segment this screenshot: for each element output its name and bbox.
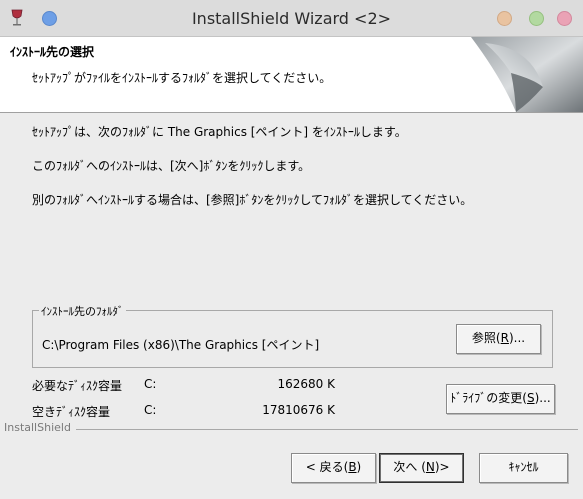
next-instruction: このﾌｫﾙﾀﾞへのｲﾝｽﾄｰﾙは、[次へ]ﾎﾞﾀﾝをｸﾘｯｸします。 [32, 159, 311, 173]
next-label-post: )> [434, 460, 450, 474]
back-label-post: ) [356, 460, 362, 474]
window-title: InstallShield Wizard <2> [191, 9, 392, 28]
next-label-key: N [425, 460, 435, 474]
browse-label-key: R [500, 331, 509, 345]
browse-label-post: )... [508, 331, 526, 345]
browse-instruction: 別のﾌｫﾙﾀﾞへｲﾝｽﾄｰﾙする場合は、[参照]ﾎﾞﾀﾝをｸﾘｯｸしてﾌｫﾙﾀﾞ… [32, 193, 473, 207]
free-space-value: 17810676 K [262, 403, 335, 417]
browse-label-pre: 参照( [471, 331, 501, 345]
change-drive-label-pre: ﾄﾞﾗｲﾌﾞの変更( [450, 391, 527, 405]
close-icon[interactable] [557, 11, 572, 26]
back-label-pre: < 戻る( [305, 460, 349, 474]
install-description: ｾｯﾄｱｯﾌﾟは、次のﾌｫﾙﾀﾞに The Graphics [ペイント] をｲ… [32, 125, 407, 139]
header-title: ｲﾝｽﾄｰﾙ先の選択 [10, 45, 95, 59]
required-space-drive: C: [144, 377, 157, 391]
destination-folder-group: ｲﾝｽﾄｰﾙ先のﾌｫﾙﾀﾞ C:\Program Files (x86)\The… [32, 303, 553, 368]
title-bar[interactable]: InstallShield Wizard <2> [0, 0, 583, 37]
change-drive-label-key: S [526, 391, 535, 405]
free-space-drive: C: [144, 403, 157, 417]
back-label-key: B [348, 460, 357, 474]
browse-button[interactable]: 参照(R)... [456, 324, 541, 354]
installshield-brand: InstallShield [4, 421, 75, 434]
minimize-icon[interactable] [497, 11, 512, 26]
back-button[interactable]: < 戻る(B) [291, 453, 376, 483]
change-drive-label-post: )... [534, 391, 551, 405]
wizard-header: ｲﾝｽﾄｰﾙ先の選択 ｾｯﾄｱｯﾌﾟがﾌｧｲﾙをｲﾝｽﾄｰﾙするﾌｫﾙﾀﾞを選択… [0, 37, 583, 113]
change-drive-button[interactable]: ﾄﾞﾗｲﾌﾞの変更(S)... [446, 384, 555, 414]
destination-path: C:\Program Files (x86)\The Graphics [ペイン… [42, 338, 320, 352]
header-subtitle: ｾｯﾄｱｯﾌﾟがﾌｧｲﾙをｲﾝｽﾄｰﾙするﾌｫﾙﾀﾞを選択してください。 [32, 71, 332, 85]
page-curl-graphic [471, 37, 583, 112]
installshield-window: InstallShield Wizard <2> ｲﾝｽﾄｰﾙ先の選択 ｾｯﾄｱ… [0, 0, 583, 499]
next-button[interactable]: 次へ (N)> [379, 453, 464, 483]
cancel-button[interactable]: ｷｬﾝｾﾙ [479, 453, 568, 483]
destination-group-label: ｲﾝｽﾄｰﾙ先のﾌｫﾙﾀﾞ [39, 303, 126, 319]
required-space-value: 162680 K [277, 377, 336, 391]
next-label-pre: 次へ ( [393, 460, 426, 474]
required-space-label: 必要なﾃﾞｨｽｸ容量 [32, 379, 123, 393]
maximize-icon[interactable] [529, 11, 544, 26]
free-space-label: 空きﾃﾞｨｽｸ容量 [32, 405, 111, 419]
footer-divider [76, 429, 578, 430]
